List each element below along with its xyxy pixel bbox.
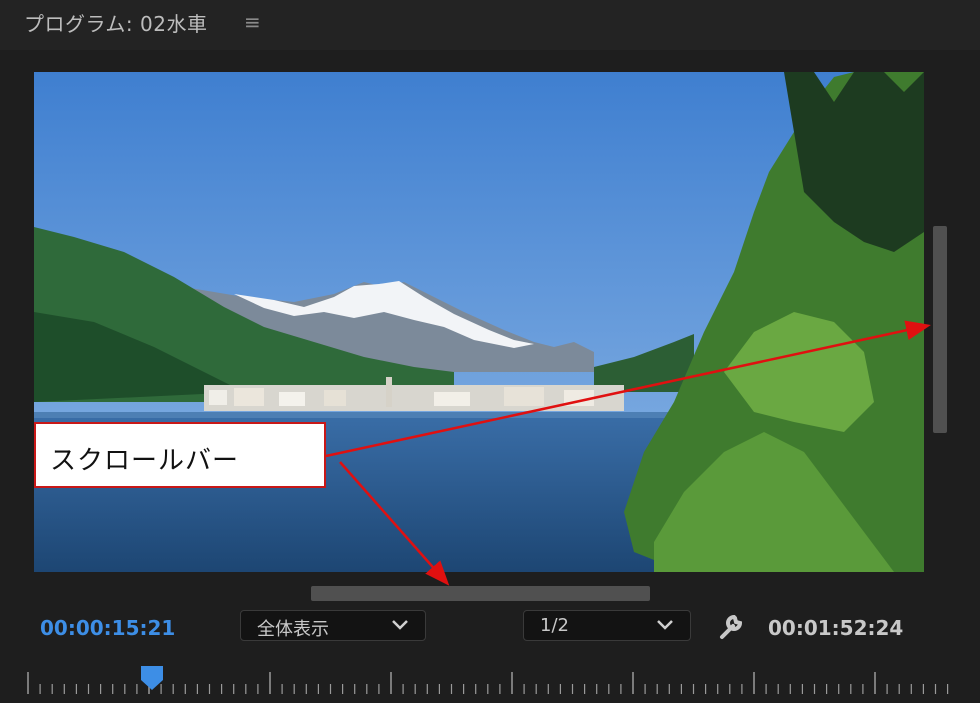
panel-header: プログラム: 02水車 ≡: [0, 0, 980, 50]
zoom-level-select[interactable]: 全体表示: [240, 610, 426, 641]
zoom-level-value: 全体表示: [257, 619, 329, 640]
chevron-down-icon: [392, 620, 408, 630]
scrollbar-callout: スクロールバー: [34, 422, 326, 488]
panel-title: プログラム: 02水車: [24, 12, 208, 36]
vertical-scrollbar-thumb[interactable]: [933, 226, 947, 433]
playback-resolution-select[interactable]: 1/2: [523, 610, 691, 641]
current-timecode[interactable]: 00:00:15:21: [40, 616, 175, 640]
wrench-icon[interactable]: [716, 613, 746, 641]
playhead-marker[interactable]: [141, 666, 163, 692]
horizontal-scrollbar-thumb[interactable]: [311, 586, 650, 601]
video-preview[interactable]: [34, 72, 924, 572]
callout-label: スクロールバー: [50, 446, 240, 476]
hamburger-icon[interactable]: ≡: [244, 10, 261, 34]
playback-resolution-value: 1/2: [540, 615, 569, 636]
chevron-down-icon: [657, 620, 673, 630]
landscape-image: [34, 72, 924, 572]
duration-timecode: 00:01:52:24: [768, 616, 904, 640]
